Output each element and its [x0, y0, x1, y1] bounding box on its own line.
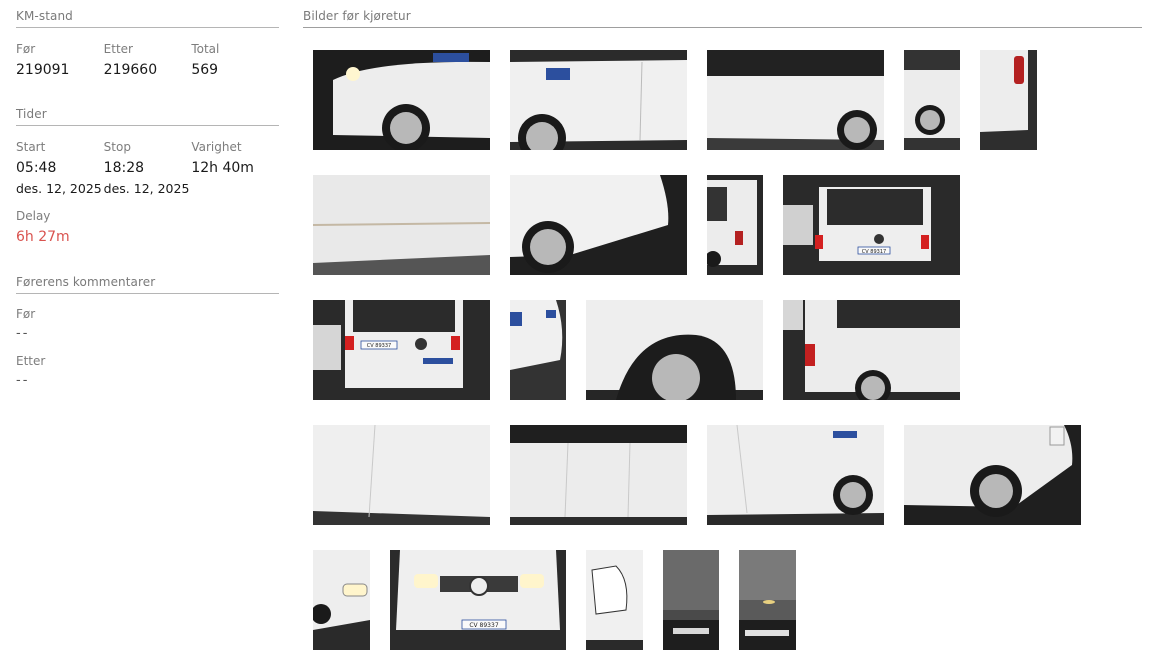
km-before-value: 219091 [16, 62, 70, 78]
vehicle-photo[interactable]: CV 89317 [783, 175, 960, 275]
vehicle-photo[interactable]: CV 89337 [390, 550, 566, 650]
vehicle-photo[interactable] [707, 175, 763, 275]
comment-after-label: Etter [16, 354, 46, 368]
times-values: Start 05:48 des. 12, 2025 Stop 18:28 des… [16, 139, 279, 197]
delay-label: Delay [16, 209, 51, 223]
vehicle-photo[interactable] [707, 425, 884, 525]
photos-panel: Bilder før kjøretur [303, 0, 1142, 28]
vehicle-photo[interactable]: CV 89337 [313, 300, 490, 400]
trip-info-panel: KM-stand Før 219091 Etter 219660 Total 5… [16, 0, 279, 388]
vehicle-photo[interactable] [707, 50, 884, 150]
vehicle-photo[interactable] [313, 425, 490, 525]
comment-before-label: Før [16, 307, 36, 321]
km-total-label: Total [191, 42, 220, 56]
vehicle-photo[interactable] [510, 425, 687, 525]
km-total-value: 569 [191, 62, 219, 78]
vehicle-photo[interactable] [980, 50, 1037, 150]
vehicle-photo[interactable] [783, 300, 960, 400]
times-section-title: Tider [16, 98, 279, 126]
start-date: des. 12, 2025 [16, 181, 102, 196]
vehicle-photo[interactable] [904, 425, 1081, 525]
vehicle-photo[interactable] [739, 550, 796, 650]
km-values: Før 219091 Etter 219660 Total 569 [16, 41, 279, 79]
start-time: 05:48 [16, 160, 57, 176]
stop-label: Stop [103, 140, 131, 154]
km-after-label: Etter [103, 42, 133, 56]
delay-value: 6h 27m [16, 229, 70, 245]
vehicle-photo[interactable] [663, 550, 719, 650]
vehicle-photo[interactable] [586, 550, 643, 650]
vehicle-photo[interactable] [313, 50, 490, 150]
vehicle-photo[interactable] [510, 175, 687, 275]
vehicle-photo[interactable] [313, 175, 490, 275]
vehicle-photo[interactable] [904, 50, 960, 150]
start-label: Start [16, 140, 46, 154]
plate-text: CV 89337 [469, 622, 498, 629]
km-section-title: KM-stand [16, 0, 279, 28]
km-after-value: 219660 [103, 62, 158, 78]
comments-section-title: Førerens kommentarer [16, 266, 279, 294]
vehicle-photo[interactable] [586, 300, 763, 400]
duration-label: Varighet [191, 140, 242, 154]
comment-before-value: -- [16, 326, 30, 341]
km-before-label: Før [16, 42, 36, 56]
vehicle-photo[interactable] [313, 550, 370, 650]
photos-section-title: Bilder før kjøretur [303, 0, 1142, 28]
vehicle-photo[interactable] [510, 50, 687, 150]
comment-after-value: -- [16, 373, 30, 388]
duration-value: 12h 40m [191, 160, 254, 176]
vehicle-photo[interactable] [510, 300, 566, 400]
plate-text: CV 89317 [862, 249, 886, 255]
stop-date: des. 12, 2025 [103, 181, 190, 196]
stop-time: 18:28 [103, 160, 145, 176]
plate-text: CV 89337 [367, 343, 391, 349]
